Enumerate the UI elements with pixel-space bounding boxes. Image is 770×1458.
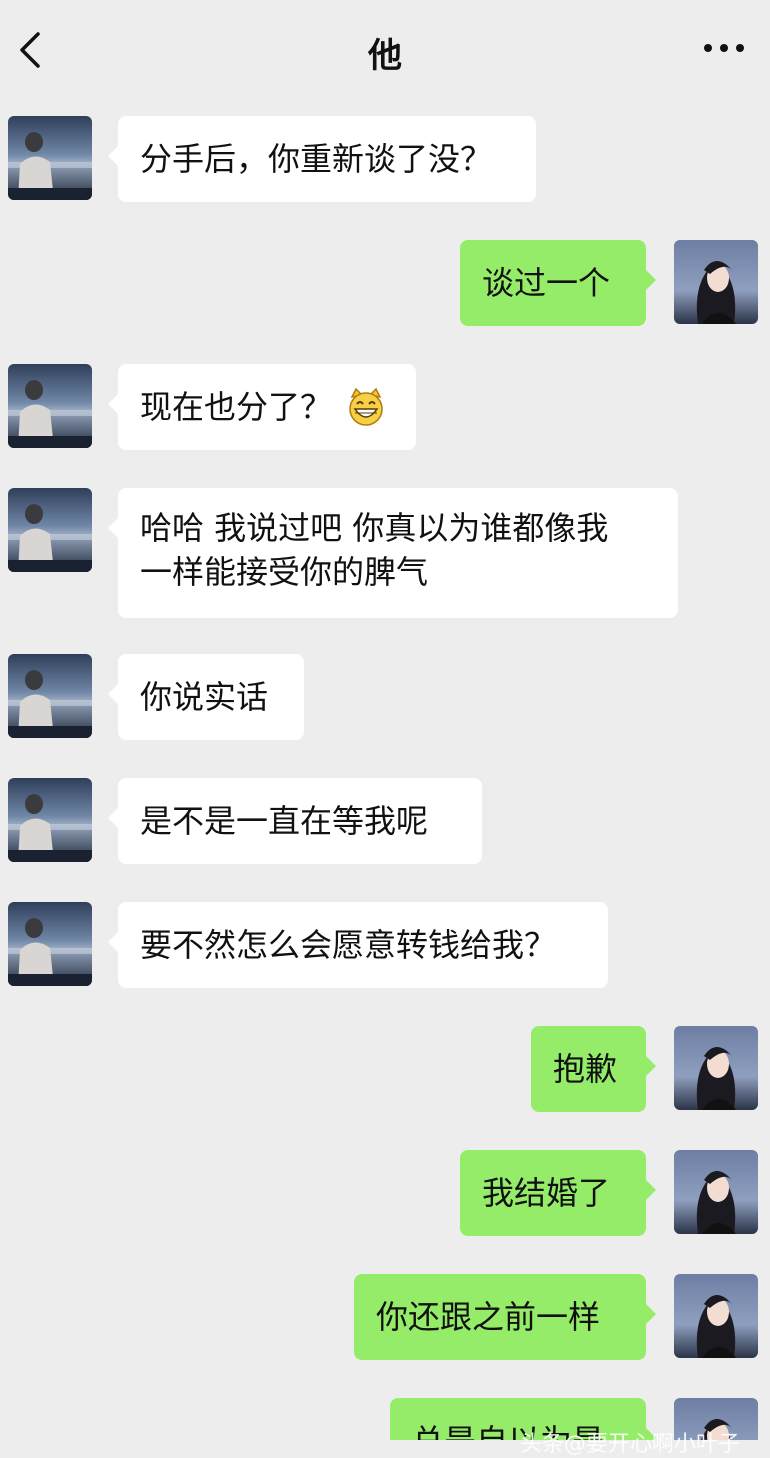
outgoing-message[interactable]: 抱歉 [531,1026,656,1112]
message-text: 是不是一直在等我呢 [140,802,429,840]
contact-avatar[interactable] [8,778,92,862]
my-avatar[interactable] [674,1026,758,1110]
message-text: 要不然怎么会愿意转钱给我？ [140,926,557,964]
contact-avatar[interactable] [8,654,92,738]
incoming-message[interactable]: 分手后，你重新谈了没？ [108,116,536,202]
message-text: 谈过一个 [482,264,611,302]
message-text: 分手后，你重新谈了没？ [140,140,493,178]
incoming-message[interactable]: 要不然怎么会愿意转钱给我？ [108,902,608,988]
my-avatar[interactable] [674,1274,758,1358]
chat-title: 他 [368,36,402,76]
message-text-line: 哈哈 我说过吧 你真以为谁都像我 [140,509,609,547]
my-avatar[interactable] [674,1150,758,1234]
more-options-icon[interactable] [702,38,746,58]
outgoing-message[interactable]: 我结婚了 [460,1150,656,1236]
contact-avatar[interactable] [8,902,92,986]
message-text: 我结婚了 [482,1174,611,1212]
message-text: 你还跟之前一样 [376,1298,601,1336]
message-text: 现在也分了？ [140,388,333,426]
my-avatar[interactable] [674,240,758,324]
incoming-message[interactable]: 是不是一直在等我呢 [108,778,482,864]
contact-avatar[interactable] [8,116,92,200]
outgoing-message[interactable]: 你还跟之前一样 [354,1274,656,1360]
message-text: 抱歉 [553,1050,618,1088]
watermark-text: 头条@要开心啊小叶子 [520,1432,741,1457]
grinning-cat-emoji-icon [349,387,383,426]
chat-header: 他 [0,0,770,100]
message-text-line: 一样能接受你的脾气 [140,553,429,591]
contact-avatar[interactable] [8,488,92,572]
contact-avatar[interactable] [8,364,92,448]
outgoing-message[interactable]: 谈过一个 [460,240,656,326]
message-text: 你说实话 [140,678,269,716]
incoming-message[interactable]: 哈哈 我说过吧 你真以为谁都像我 一样能接受你的脾气 [108,488,678,618]
incoming-message[interactable]: 你说实话 [108,654,304,740]
incoming-message[interactable]: 现在也分了？ [108,364,416,450]
